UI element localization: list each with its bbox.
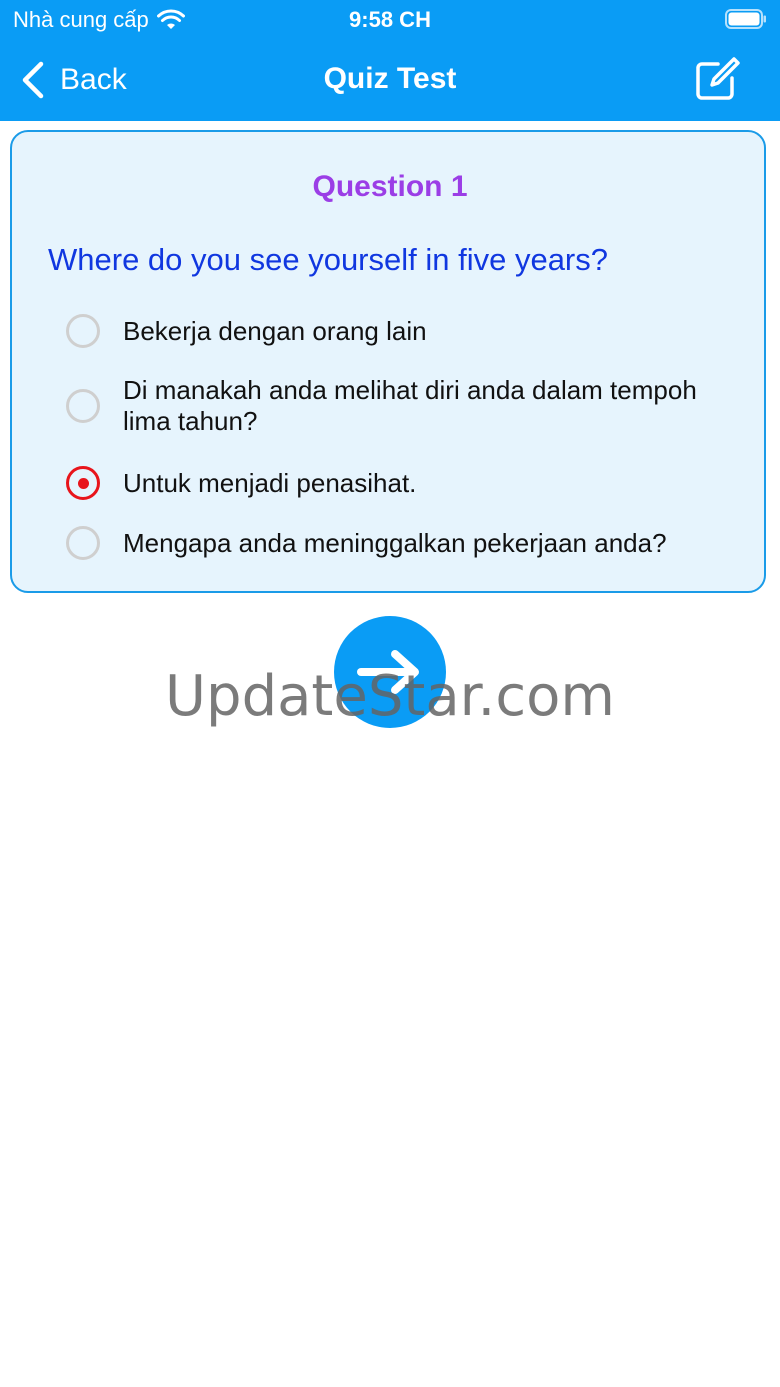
status-time: 9:58 CH <box>349 7 431 32</box>
radio-unselected-icon[interactable] <box>66 389 100 423</box>
answer-option-3[interactable]: Untuk menjadi penasihat. <box>66 466 746 500</box>
quiz-card: Question 1 Where do you see yourself in … <box>10 130 766 593</box>
answer-option-4[interactable]: Mengapa anda meninggalkan pekerjaan anda… <box>66 526 746 560</box>
answer-option-2[interactable]: Di manakah anda melihat diri anda dalam … <box>66 375 746 437</box>
page-title: Quiz Test <box>323 62 457 95</box>
navigation-bar: Back Quiz Test <box>0 44 780 116</box>
next-question-button[interactable] <box>334 616 446 728</box>
answer-option-label: Mengapa anda meninggalkan pekerjaan anda… <box>123 527 667 558</box>
battery-icon <box>725 9 766 29</box>
answer-option-label: Bekerja dengan orang lain <box>123 315 427 346</box>
status-bar: Nhà cung cấp 9:58 CH <box>0 0 780 40</box>
question-number: Question 1 <box>312 170 468 203</box>
answer-option-label: Untuk menjadi penasihat. <box>123 467 417 498</box>
question-text: Where do you see yourself in five years? <box>48 242 608 277</box>
radio-selected-icon[interactable] <box>66 466 100 500</box>
answer-option-1[interactable]: Bekerja dengan orang lain <box>66 314 746 348</box>
radio-unselected-icon[interactable] <box>66 526 100 560</box>
arrow-right-icon <box>357 650 419 694</box>
edit-icon[interactable] <box>692 54 742 104</box>
app-header: Nhà cung cấp 9:58 CH Back Quiz Test <box>0 0 780 121</box>
answer-option-label: Di manakah anda melihat diri anda dalam … <box>123 375 697 436</box>
radio-unselected-icon[interactable] <box>66 314 100 348</box>
